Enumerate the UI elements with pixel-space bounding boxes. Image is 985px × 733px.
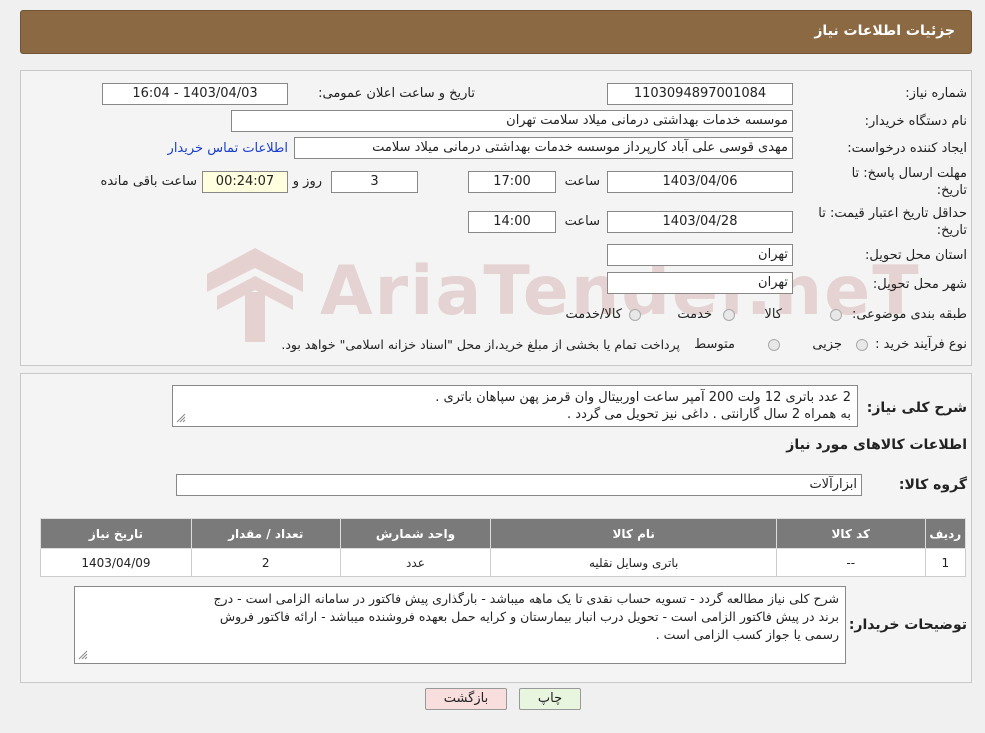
print-button[interactable]: چاپ xyxy=(519,688,581,710)
cell-item-name: باتری وسایل نقلیه xyxy=(490,548,777,577)
buyer-notes-line-1: شرح کلی نیاز مطالعه گردد - تسویه حساب نق… xyxy=(213,591,839,606)
purchase-note: پرداخت تمام یا بخشی از مبلغ خرید،از محل … xyxy=(281,337,680,352)
purchase-option-medium: متوسط xyxy=(694,337,735,352)
deadline-date-field[interactable]: 1403/04/06 xyxy=(607,171,793,193)
category-radio-goods[interactable] xyxy=(830,309,842,321)
announce-label: تاریخ و ساعت اعلان عمومی: xyxy=(318,86,475,101)
validity-label: حداقل تاریخ اعتبار قیمت: تا xyxy=(818,206,967,221)
remaining-time-field: 00:24:07 xyxy=(202,171,288,193)
deadline-time-field[interactable]: 17:00 xyxy=(468,171,556,193)
buyer-org-label: نام دستگاه خریدار: xyxy=(864,114,967,129)
city-label: شهر محل تحویل: xyxy=(872,277,967,292)
items-table-header-row: ردیف کد کالا نام کالا واحد شمارش تعداد /… xyxy=(40,518,967,549)
summary-label: شرح کلی نیاز: xyxy=(866,400,967,416)
creator-field[interactable]: مهدی قوسی علی آباد کارپرداز موسسه خدمات … xyxy=(294,137,793,159)
col-row-number: ردیف xyxy=(924,518,967,549)
items-table: ردیف کد کالا نام کالا واحد شمارش تعداد /… xyxy=(40,518,967,577)
validity-time-field[interactable]: 14:00 xyxy=(468,211,556,233)
buyer-contact-link[interactable]: اطلاعات تماس خریدار xyxy=(168,141,288,156)
category-option-both: کالا/خدمت xyxy=(565,307,622,322)
purchase-option-minor: جزیی xyxy=(812,337,842,352)
cell-item-code: -- xyxy=(775,548,926,577)
need-number-field[interactable]: 1103094897001084 xyxy=(607,83,793,105)
days-label: روز و xyxy=(292,174,322,189)
col-item-code: کد کالا xyxy=(775,518,926,549)
category-radio-service[interactable] xyxy=(723,309,735,321)
buyer-notes-textarea[interactable]: شرح کلی نیاز مطالعه گردد - تسویه حساب نق… xyxy=(74,586,846,664)
purchase-type-label: نوع فرآیند خرید : xyxy=(875,337,967,352)
table-row: 1 -- باتری وسایل نقلیه عدد 2 1403/04/09 xyxy=(40,548,967,577)
page-title: جزئیات اطلاعات نیاز xyxy=(814,23,955,39)
remaining-label: ساعت باقی مانده xyxy=(100,174,197,189)
summary-line-2: به همراه 2 سال گارانتی . داغی نیز تحویل … xyxy=(567,407,851,422)
goods-group-field[interactable]: ابزارآلات xyxy=(176,474,862,496)
resize-grip-icon[interactable] xyxy=(78,650,88,660)
col-need-date: تاریخ نیاز xyxy=(40,518,192,549)
buyer-notes-line-2: برند در پیش فاکتور الزامی است - تحویل در… xyxy=(219,609,839,624)
validity-time-label: ساعت xyxy=(564,214,600,229)
category-option-goods: کالا xyxy=(764,307,782,322)
purchase-radio-medium[interactable] xyxy=(768,339,780,351)
buyer-notes-label: توضیحات خریدار: xyxy=(848,617,967,633)
province-field[interactable]: تهران xyxy=(607,244,793,266)
summary-line-1: 2 عدد باتری 12 ولت 200 آمپر ساعت اوربیتا… xyxy=(435,390,851,405)
buyer-notes-line-3: رسمی یا جواز کسب الزامی است . xyxy=(655,627,839,642)
col-quantity: تعداد / مقدار xyxy=(190,518,341,549)
category-radio-both[interactable] xyxy=(629,309,641,321)
category-option-service: خدمت xyxy=(677,307,712,322)
need-number-label: شماره نیاز: xyxy=(905,86,967,101)
province-label: استان محل تحویل: xyxy=(865,248,967,263)
cell-quantity: 2 xyxy=(190,548,341,577)
summary-textarea[interactable]: 2 عدد باتری 12 ولت 200 آمپر ساعت اوربیتا… xyxy=(172,385,858,427)
category-label: طبقه بندی موضوعی: xyxy=(851,307,967,322)
buyer-org-field[interactable]: موسسه خدمات بهداشتی درمانی میلاد سلامت ت… xyxy=(231,110,793,132)
cell-row-number: 1 xyxy=(924,548,967,577)
days-field[interactable]: 3 xyxy=(331,171,418,193)
creator-label: ایجاد کننده درخواست: xyxy=(847,141,967,156)
deadline-time-label: ساعت xyxy=(564,174,600,189)
col-item-name: نام کالا xyxy=(490,518,777,549)
goods-group-label: گروه کالا: xyxy=(898,477,967,493)
goods-section-title: اطلاعات کالاهای مورد نیاز xyxy=(786,437,967,453)
page-header: جزئیات اطلاعات نیاز xyxy=(20,10,972,54)
resize-grip-icon[interactable] xyxy=(176,413,186,423)
validity-date-field[interactable]: 1403/04/28 xyxy=(607,211,793,233)
deadline-label-date: تاریخ: xyxy=(936,183,967,198)
cell-unit: عدد xyxy=(339,548,492,577)
watermark-logo-icon xyxy=(207,248,303,342)
back-button[interactable]: بازگشت xyxy=(425,688,507,710)
deadline-label: مهلت ارسال پاسخ: تا xyxy=(851,166,967,181)
col-unit: واحد شمارش xyxy=(339,518,492,549)
announce-field[interactable]: 1403/04/03 - 16:04 xyxy=(102,83,288,105)
cell-need-date: 1403/04/09 xyxy=(40,548,192,577)
purchase-radio-minor[interactable] xyxy=(856,339,868,351)
validity-label-date: تاریخ: xyxy=(936,223,967,238)
city-field[interactable]: تهران xyxy=(607,272,793,294)
